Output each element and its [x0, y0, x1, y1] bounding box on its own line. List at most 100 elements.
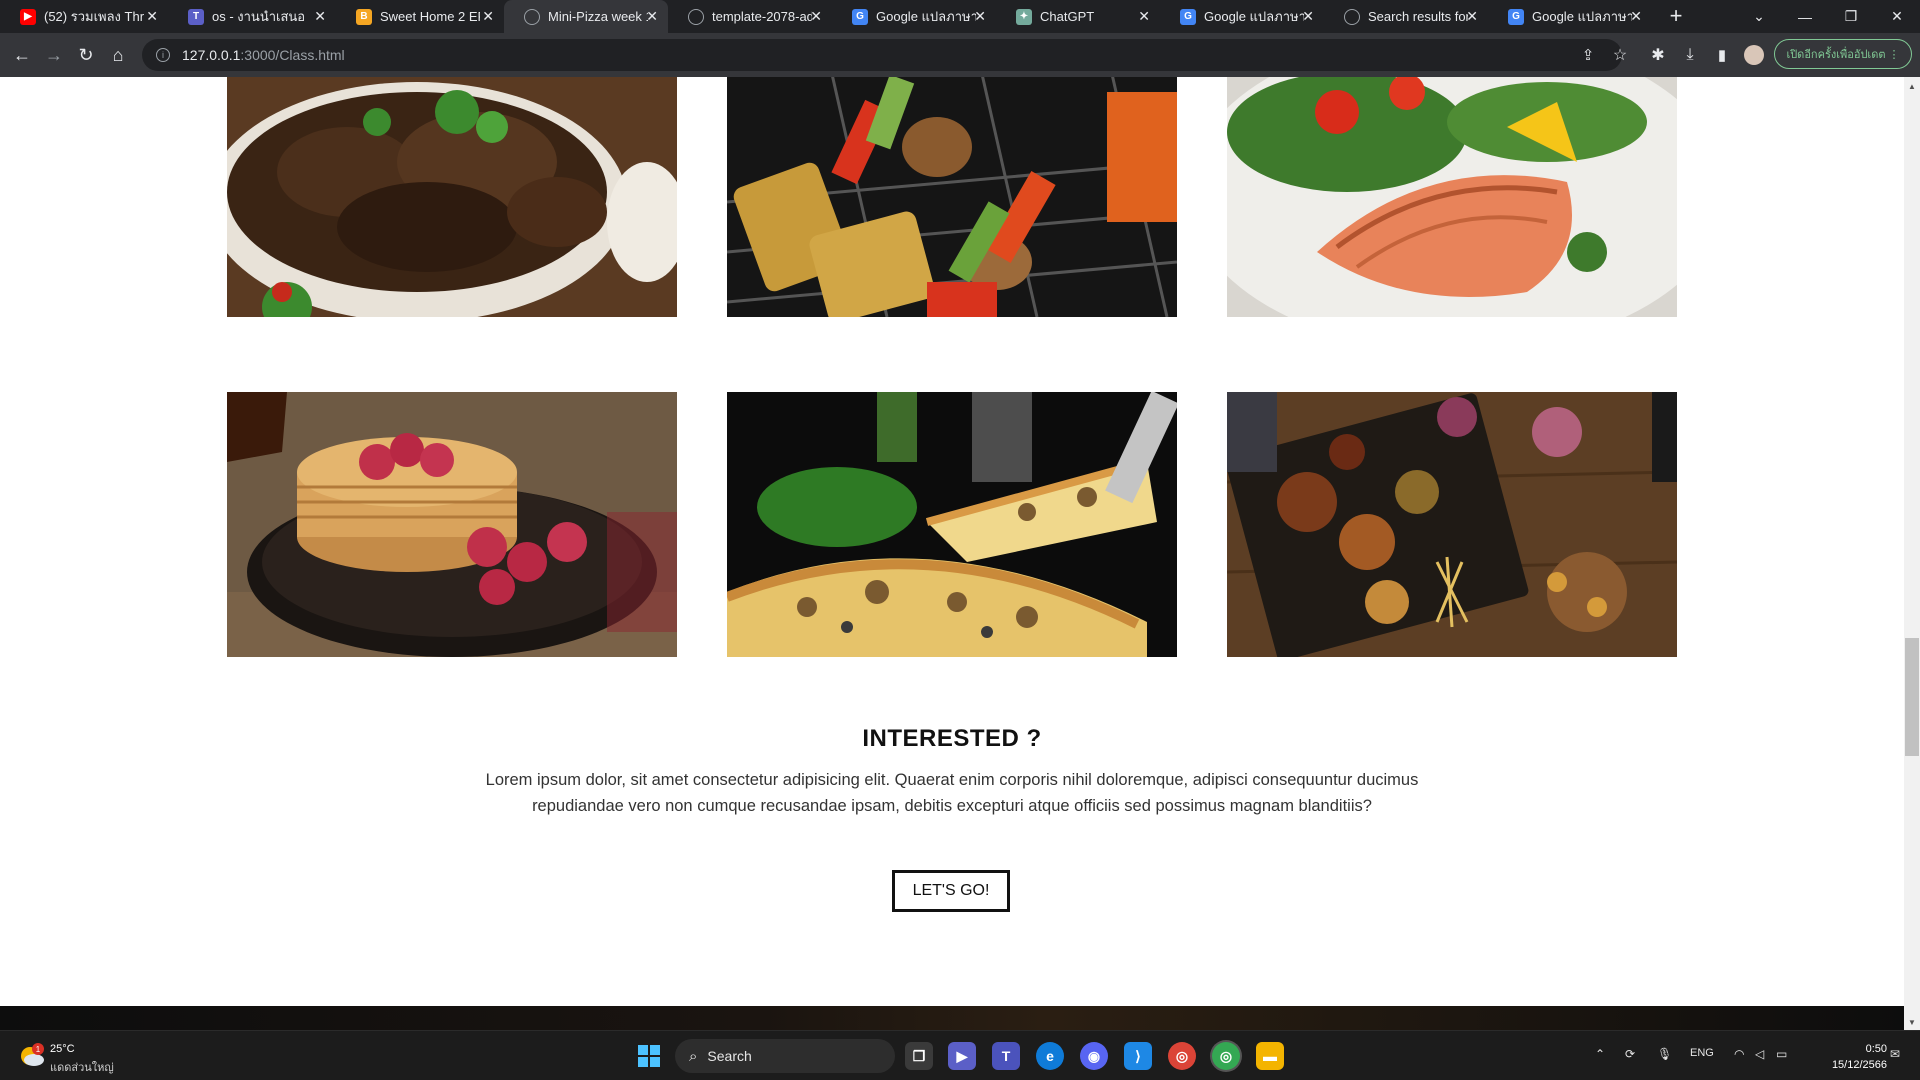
- close-tab-icon[interactable]: ✕: [974, 8, 986, 25]
- globe-icon: [1344, 8, 1360, 25]
- translate-icon: G: [1180, 8, 1196, 25]
- clock-date[interactable]: 15/12/2566: [1812, 1059, 1887, 1071]
- gallery-image-food-spread[interactable]: [1227, 392, 1677, 657]
- site-info-icon[interactable]: i: [156, 48, 170, 62]
- teams-icon: T: [188, 8, 204, 25]
- browser-tab[interactable]: G Google แปลภาษา ✕: [832, 0, 996, 33]
- sync-icon[interactable]: ⟳: [1625, 1047, 1635, 1061]
- start-button[interactable]: [638, 1045, 660, 1067]
- tab-strip: ▶ (52) รวมเพลง Three ✕ T os - งานนำเสนอ …: [0, 0, 1920, 33]
- gallery-image-salmon[interactable]: [1227, 77, 1677, 317]
- address-bar[interactable]: i 127.0.0.1:3000/Class.html: [142, 39, 1622, 71]
- volume-icon[interactable]: ◁: [1755, 1047, 1764, 1061]
- side-panel-icon[interactable]: ▮: [1710, 43, 1734, 67]
- browser-tab[interactable]: Search results for ✕: [1324, 0, 1488, 33]
- gallery-image-pancakes[interactable]: [227, 392, 677, 657]
- globe-icon: [688, 8, 704, 25]
- lets-go-button[interactable]: LET'S GO!: [892, 870, 1010, 912]
- page-scrollbar[interactable]: [1904, 77, 1920, 1030]
- clock-time[interactable]: 0:50: [1855, 1043, 1887, 1055]
- back-icon[interactable]: ←: [10, 43, 34, 67]
- wifi-icon[interactable]: ◠: [1734, 1047, 1744, 1061]
- download-icon[interactable]: ⤓: [1678, 43, 1702, 67]
- vscode-icon[interactable]: ⟩: [1124, 1042, 1152, 1070]
- restore-button[interactable]: ❐: [1828, 0, 1874, 33]
- url-host: 127.0.0.1: [182, 47, 241, 63]
- close-tab-icon[interactable]: ✕: [1630, 8, 1642, 25]
- browser-tab[interactable]: ✦ ChatGPT ✕: [996, 0, 1160, 33]
- close-tab-icon[interactable]: ✕: [1138, 8, 1150, 25]
- chrome-icon[interactable]: ◎: [1168, 1042, 1196, 1070]
- weather-icon[interactable]: 1: [18, 1043, 46, 1067]
- tab-label: os - งานนำเสนอ: [212, 9, 306, 24]
- bookmark-icon: B: [356, 8, 372, 25]
- tab-search-icon[interactable]: ⌄: [1736, 0, 1782, 33]
- weather-temperature: 25°C: [50, 1043, 75, 1055]
- share-icon[interactable]: ⇪: [1576, 43, 1600, 67]
- taskbar-search[interactable]: ⌕ Search: [675, 1039, 895, 1073]
- browser-tab[interactable]: template-2078-ad ✕: [668, 0, 832, 33]
- home-icon[interactable]: ⌂: [106, 43, 130, 67]
- tab-label: template-2078-ad: [712, 9, 812, 24]
- close-tab-icon[interactable]: ✕: [482, 8, 494, 25]
- scrollbar-thumb[interactable]: [1905, 638, 1919, 756]
- globe-icon: [524, 8, 540, 25]
- gallery-image-pizza[interactable]: [727, 392, 1177, 657]
- browser-tab[interactable]: G Google แปลภาษา ✕: [1160, 0, 1324, 33]
- forward-icon[interactable]: →: [42, 43, 66, 67]
- search-label: Search: [707, 1048, 752, 1064]
- microphone-icon[interactable]: 🎙: [1657, 1047, 1672, 1061]
- browser-tab-active[interactable]: Mini-Pizza week 1 ✕: [504, 0, 668, 33]
- gallery-image-skewers[interactable]: [727, 77, 1177, 317]
- tab-label: Google แปลภาษา: [876, 9, 976, 24]
- scroll-up-icon[interactable]: ▲: [1904, 79, 1920, 93]
- search-icon: ⌕: [689, 1047, 698, 1065]
- edge-icon[interactable]: e: [1036, 1042, 1064, 1070]
- cta-body-text: Lorem ipsum dolor, sit amet consectetur …: [485, 771, 1419, 815]
- file-explorer-icon[interactable]: ▬: [1256, 1042, 1284, 1070]
- youtube-icon: ▶: [20, 8, 36, 25]
- update-button[interactable]: เปิดอีกครั้งเพื่ออัปเดต ⋮: [1774, 39, 1912, 69]
- translate-icon: G: [852, 8, 868, 25]
- close-tab-icon[interactable]: ✕: [1466, 8, 1478, 25]
- close-tab-icon[interactable]: ✕: [314, 8, 326, 25]
- meet-icon[interactable]: ▶: [948, 1042, 976, 1070]
- chevron-up-icon[interactable]: ⌃: [1595, 1047, 1605, 1061]
- tab-label: Sweet Home 2 EP: [380, 9, 480, 24]
- profile-avatar[interactable]: [1742, 43, 1766, 67]
- discord-icon[interactable]: ◉: [1080, 1042, 1108, 1070]
- notification-icon[interactable]: ✉: [1890, 1047, 1900, 1061]
- scroll-down-icon[interactable]: ▼: [1904, 1015, 1920, 1029]
- tab-label: (52) รวมเพลง Three: [44, 9, 144, 24]
- chatgpt-icon: ✦: [1016, 8, 1032, 25]
- tab-label: Mini-Pizza week 1: [548, 9, 648, 24]
- extensions-icon[interactable]: ✱: [1646, 43, 1670, 67]
- reload-icon[interactable]: ↻: [74, 43, 98, 67]
- close-tab-icon[interactable]: ✕: [146, 8, 158, 25]
- new-tab-button[interactable]: +: [1663, 4, 1689, 30]
- battery-icon[interactable]: ▭: [1776, 1047, 1787, 1061]
- browser-toolbar: ← → ↻ ⌂ i 127.0.0.1:3000/Class.html ⇪ ☆ …: [0, 33, 1920, 77]
- close-window-button[interactable]: ✕: [1874, 0, 1920, 33]
- tab-label: Google แปลภาษา: [1204, 9, 1304, 24]
- close-tab-icon[interactable]: ✕: [810, 8, 822, 25]
- cta-title: INTERESTED ?: [862, 725, 1042, 752]
- tab-label: ChatGPT: [1040, 9, 1095, 24]
- browser-tab[interactable]: ▶ (52) รวมเพลง Three ✕: [0, 0, 168, 33]
- weather-badge: 1: [36, 1045, 41, 1054]
- teams-icon[interactable]: T: [992, 1042, 1020, 1070]
- task-view-icon[interactable]: ❐: [905, 1042, 933, 1070]
- language-indicator[interactable]: ENG: [1690, 1047, 1714, 1059]
- bookmark-star-icon[interactable]: ☆: [1608, 43, 1632, 67]
- close-tab-icon[interactable]: ✕: [1302, 8, 1314, 25]
- url-path: :3000/Class.html: [240, 47, 345, 63]
- minimize-button[interactable]: —: [1782, 0, 1828, 33]
- chrome-active-icon[interactable]: ◎: [1212, 1042, 1240, 1070]
- browser-tab[interactable]: T os - งานนำเสนอ ✕: [168, 0, 336, 33]
- footer: [0, 1006, 1904, 1030]
- translate-icon: G: [1508, 8, 1524, 25]
- browser-tab[interactable]: B Sweet Home 2 EP ✕: [336, 0, 504, 33]
- browser-tab[interactable]: G Google แปลภาษา ✕: [1488, 0, 1652, 33]
- gallery-image-steak[interactable]: [227, 77, 677, 317]
- close-tab-icon[interactable]: ✕: [646, 8, 658, 25]
